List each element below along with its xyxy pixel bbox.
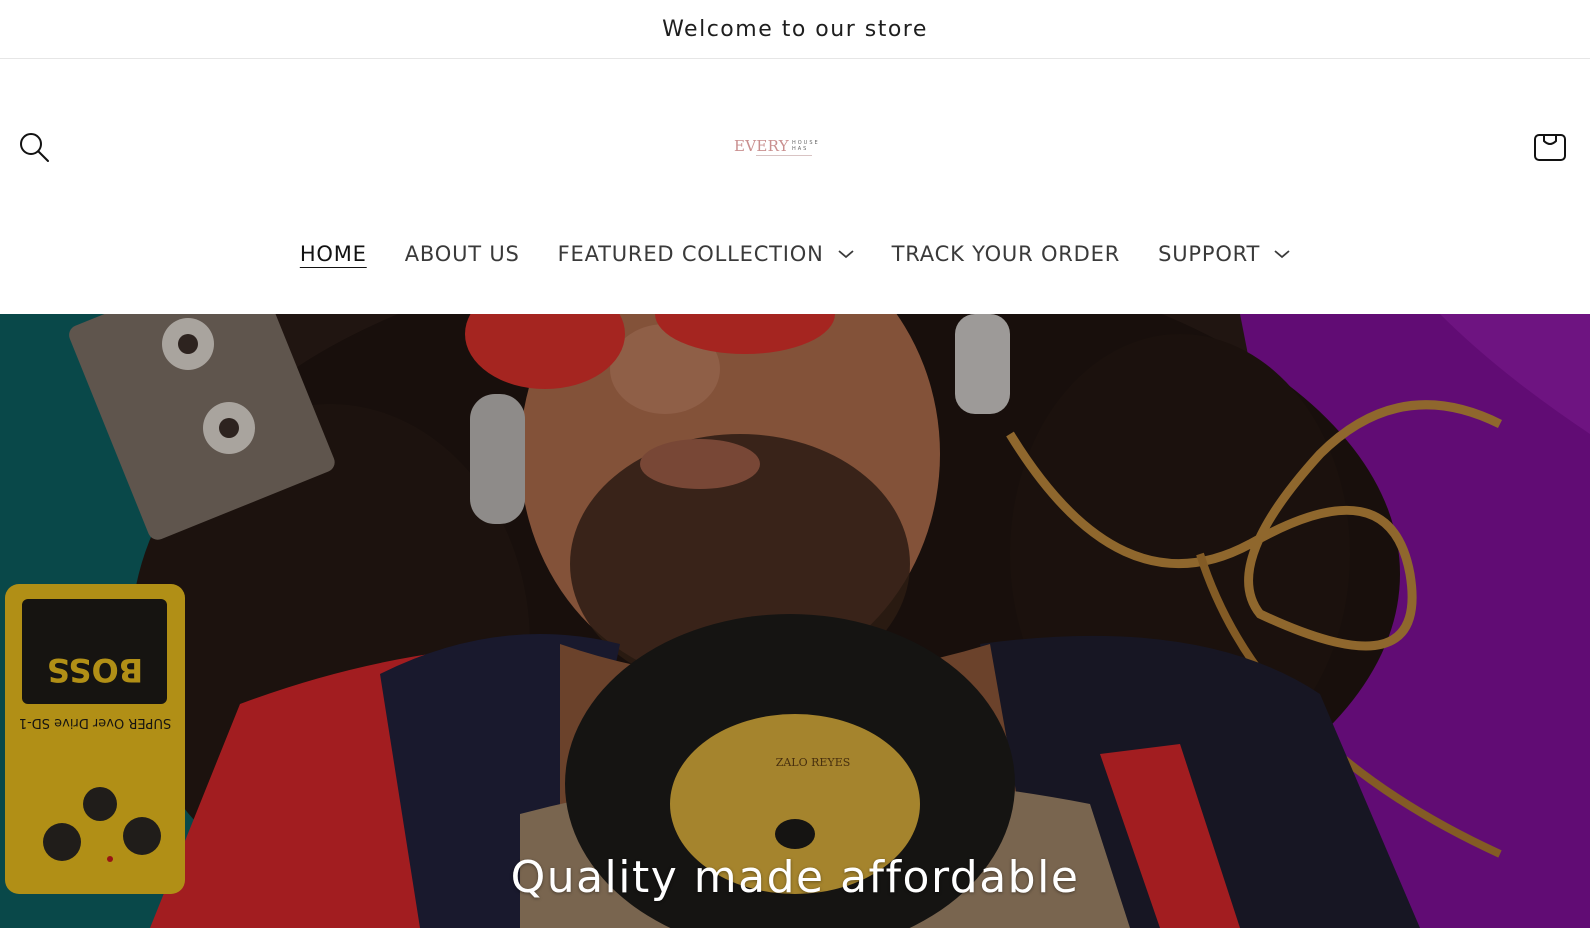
logo-underline [756, 155, 812, 156]
store-logo[interactable]: EVERY HOUSE HAS [734, 133, 818, 159]
nav-item-featured-collection[interactable]: FEATURED COLLECTION [558, 242, 854, 266]
hero-overlay [0, 314, 1590, 928]
hero-heading: Quality made affordable [510, 852, 1080, 903]
chevron-down-icon [838, 249, 854, 259]
cart-icon [1534, 134, 1566, 161]
nav-item-label: ABOUT US [404, 242, 520, 266]
nav-item-track-your-order[interactable]: TRACK YOUR ORDER [892, 242, 1120, 266]
logo-wordmark: EVERY [734, 137, 789, 155]
search-button[interactable] [14, 127, 54, 167]
nav-item-support[interactable]: SUPPORT [1158, 242, 1290, 266]
search-icon [20, 133, 49, 162]
hero-banner: ZALO REYES BOSS SUPER Over Drive SD-1 Qu… [0, 314, 1590, 928]
nav-item-label: HOME [299, 242, 367, 266]
nav-item-home[interactable]: HOME [300, 242, 367, 266]
cart-button[interactable] [1530, 125, 1570, 165]
chevron-down-icon [1274, 249, 1290, 259]
nav-item-about-us[interactable]: ABOUT US [405, 242, 520, 266]
announcement-text: Welcome to our store [662, 16, 928, 42]
main-navigation: HOME ABOUT US FEATURED COLLECTION TRACK … [0, 229, 1590, 279]
announcement-bar: Welcome to our store [0, 0, 1590, 59]
nav-item-label: SUPPORT [1158, 242, 1261, 266]
site-header: EVERY HOUSE HAS HOME ABOUT US FEATURED C… [0, 59, 1590, 314]
logo-subtext: HOUSE HAS [791, 140, 820, 152]
nav-item-label: TRACK YOUR ORDER [891, 242, 1121, 266]
nav-item-label: FEATURED COLLECTION [557, 242, 824, 266]
